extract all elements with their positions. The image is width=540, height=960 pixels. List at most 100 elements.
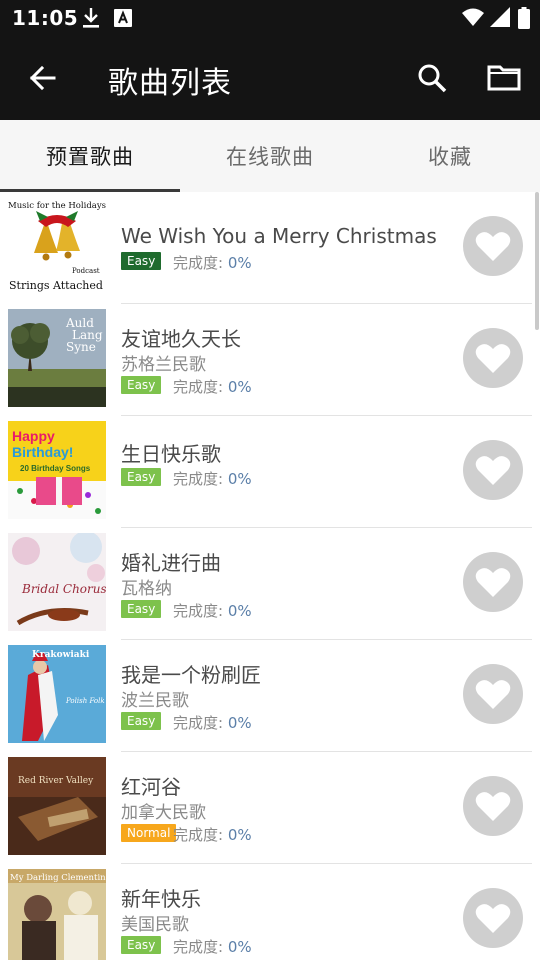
song-row[interactable]: Auld Lang Syne 友谊地久天长 苏格兰民歌 Easy 完成度: 0% <box>0 304 540 416</box>
song-title: 生日快乐歌 <box>121 442 221 466</box>
progress-text: 完成度: 0% <box>173 252 252 273</box>
album-cover: Music for the Holidays Podcast Strings A… <box>8 197 106 295</box>
song-title: 我是一个粉刷匠 <box>121 663 261 687</box>
progress-value: 0% <box>227 602 252 620</box>
folder-button[interactable] <box>484 58 524 98</box>
song-title: We Wish You a Merry Christmas <box>121 224 437 248</box>
favorite-button[interactable] <box>463 776 523 836</box>
heart-icon <box>475 792 511 821</box>
download-icon <box>82 7 100 33</box>
favorite-button[interactable] <box>463 552 523 612</box>
difficulty-badge: Easy <box>121 252 162 270</box>
search-button[interactable] <box>412 58 452 98</box>
cover-text: 20 Birthday Songs <box>20 464 91 473</box>
progress-value: 0% <box>227 254 252 272</box>
difficulty-badge: Easy <box>121 468 162 486</box>
album-cover: Auld Lang Syne <box>8 309 106 407</box>
progress-label: 完成度: <box>173 714 228 732</box>
album-cover: Bridal Chorus <box>8 533 106 631</box>
back-arrow-icon <box>29 65 56 91</box>
wifi-icon <box>462 7 484 31</box>
progress-text: 完成度: 0% <box>173 468 252 489</box>
difficulty-badge: Easy <box>121 376 162 394</box>
cover-text: Happy <box>12 428 55 444</box>
song-list[interactable]: Music for the Holidays Podcast Strings A… <box>0 192 540 960</box>
album-cover: Red River Valley <box>8 757 106 855</box>
progress-value: 0% <box>227 470 252 488</box>
album-cover: My Darling Clementine <box>8 869 106 960</box>
tab-bar: 预置歌曲 在线歌曲 收藏 <box>0 120 540 192</box>
album-cover: Happy Birthday! 20 Birthday Songs <box>8 421 106 519</box>
back-button[interactable] <box>24 58 64 98</box>
heart-icon <box>475 568 511 597</box>
tab-online-songs[interactable]: 在线歌曲 <box>180 120 360 192</box>
heart-icon <box>475 456 511 485</box>
cover-text: Syne <box>66 340 96 354</box>
song-row[interactable]: Bridal Chorus 婚礼进行曲 瓦格纳 Easy 完成度: 0% <box>0 528 540 640</box>
progress-value: 0% <box>227 378 252 396</box>
status-bar: 11:05 <box>0 0 540 36</box>
tab-favorites[interactable]: 收藏 <box>360 120 540 192</box>
battery-icon <box>518 7 530 33</box>
tab-preset-songs[interactable]: 预置歌曲 <box>0 120 180 192</box>
progress-label: 完成度: <box>173 602 228 620</box>
song-artist: 瓦格纳 <box>121 579 172 599</box>
song-row[interactable]: Red River Valley 红河谷 加拿大民歌 Normal 完成度: 0… <box>0 752 540 864</box>
a-notification-icon <box>114 9 132 31</box>
progress-label: 完成度: <box>173 378 228 396</box>
cover-text: Podcast <box>72 267 100 275</box>
progress-label: 完成度: <box>173 938 228 956</box>
progress-text: 完成度: 0% <box>173 600 252 621</box>
favorite-button[interactable] <box>463 440 523 500</box>
song-row[interactable]: Happy Birthday! 20 Birthday Songs 生日快乐歌 … <box>0 416 540 528</box>
signal-icon <box>490 7 510 31</box>
cover-text: Music for the Holidays <box>8 201 106 211</box>
difficulty-badge: Easy <box>121 712 162 730</box>
favorite-button[interactable] <box>463 888 523 948</box>
song-title: 新年快乐 <box>121 887 201 911</box>
folder-icon <box>487 65 521 91</box>
cover-text: Krakowiaki <box>32 650 90 660</box>
difficulty-badge: Easy <box>121 600 162 618</box>
progress-text: 完成度: 0% <box>173 824 252 845</box>
song-artist: 苏格兰民歌 <box>121 355 206 375</box>
cover-text: My Darling Clementine <box>10 873 106 883</box>
progress-label: 完成度: <box>173 254 228 272</box>
song-row[interactable]: Music for the Holidays Podcast Strings A… <box>0 192 540 304</box>
progress-text: 完成度: 0% <box>173 376 252 397</box>
progress-value: 0% <box>227 826 252 844</box>
status-time: 11:05 <box>12 6 79 30</box>
song-row[interactable]: Krakowiaki Polish Folk Music 我是一个粉刷匠 波兰民… <box>0 640 540 752</box>
progress-text: 完成度: 0% <box>173 712 252 733</box>
progress-value: 0% <box>227 938 252 956</box>
page-title: 歌曲列表 <box>108 66 232 101</box>
heart-icon <box>475 904 511 933</box>
progress-label: 完成度: <box>173 470 228 488</box>
app-bar: 歌曲列表 <box>0 36 540 120</box>
song-artist: 美国民歌 <box>121 915 189 935</box>
song-title: 婚礼进行曲 <box>121 551 221 575</box>
favorite-button[interactable] <box>463 664 523 724</box>
difficulty-badge: Normal <box>121 824 177 842</box>
favorite-button[interactable] <box>463 216 523 276</box>
song-artist: 加拿大民歌 <box>121 803 206 823</box>
song-artist: 波兰民歌 <box>121 691 189 711</box>
heart-icon <box>475 344 511 373</box>
cover-text: Polish Folk Music <box>65 697 106 705</box>
song-title: 友谊地久天长 <box>121 327 241 351</box>
progress-label: 完成度: <box>173 826 228 844</box>
cover-text: Red River Valley <box>18 776 94 786</box>
heart-icon <box>475 680 511 709</box>
progress-value: 0% <box>227 714 252 732</box>
song-row[interactable]: My Darling Clementine 新年快乐 美国民歌 Easy 完成度… <box>0 864 540 960</box>
favorite-button[interactable] <box>463 328 523 388</box>
album-cover: Krakowiaki Polish Folk Music <box>8 645 106 743</box>
search-icon <box>418 64 447 93</box>
progress-text: 完成度: 0% <box>173 936 252 957</box>
cover-text: Strings Attached <box>9 279 103 292</box>
song-title: 红河谷 <box>121 775 181 799</box>
cover-text: Bridal Chorus <box>21 582 106 596</box>
heart-icon <box>475 232 511 261</box>
difficulty-badge: Easy <box>121 936 162 954</box>
cover-text: Birthday! <box>12 444 73 460</box>
